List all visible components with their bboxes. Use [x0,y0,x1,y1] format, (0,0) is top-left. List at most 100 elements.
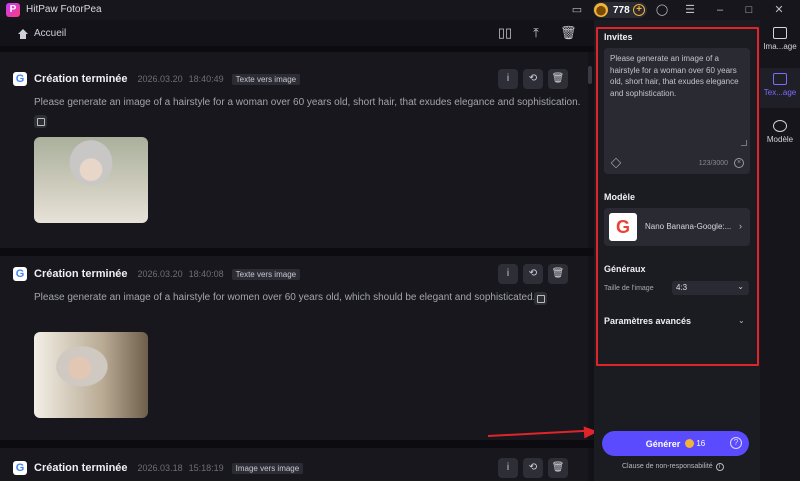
title-bar: P HitPaw FotorPea ▭ ⬤ 778 + ◯ ☰ – □ ✕ [0,0,800,20]
history-card: G Création terminée 2026.03.20 18:40:08 … [0,256,588,440]
card-header: G Création terminée 2026.03.18 15:18:19 … [13,458,304,478]
card-time: 18:40:08 [188,269,224,279]
text-to-image-icon [773,73,787,85]
result-thumbnail[interactable] [34,332,148,418]
breadcrumb[interactable]: Accueil [18,28,66,39]
copy-icon[interactable] [34,115,47,128]
delete-button[interactable]: 🗑 [548,264,568,284]
history-panel: Accueil ▯▯ ⤒ 🗑 G Création terminée 2026.… [0,20,594,481]
copy-icon[interactable] [534,292,547,305]
nav-model[interactable]: Modèle [760,115,800,155]
monitor-icon[interactable]: ▭ [570,3,584,17]
card-date: 2026.03.20 [137,74,183,84]
card-prompt: Please generate an image of a hairstyle … [34,97,581,108]
disclaimer-link[interactable]: Clause de non-responsabilité i [622,463,724,471]
info-button[interactable]: i [498,458,518,478]
close-icon[interactable]: ✕ [772,3,786,17]
user-icon[interactable]: ◯ [655,3,669,17]
nav-label: Tex...age [763,88,797,97]
model-selector[interactable]: G Nano Banana-Google:... › [604,208,750,246]
divider [0,248,594,256]
mode-nav: Ima...age Tex...age Modèle [760,20,800,481]
credits-badge[interactable]: ⬤ 778 + [593,2,647,18]
card-prompt: Please generate an image of a hairstyle … [34,292,536,303]
google-logo-icon: G [609,213,637,241]
info-icon: i [715,463,724,471]
chevron-right-icon: › [739,221,742,231]
general-title: Généraux [604,264,646,274]
prompts-title: Invites [604,32,633,42]
book-icon[interactable]: ▯▯ [497,25,513,41]
nav-text-to-image[interactable]: Tex...age [760,68,800,108]
google-logo-icon: G [13,461,27,475]
info-button[interactable]: i [498,264,518,284]
generate-label: Générer [645,438,681,449]
size-select[interactable]: 4:3 ⌄ [672,281,749,295]
card-actions: i ⟲ 🗑 [498,264,568,284]
help-icon[interactable]: ? [730,437,742,449]
google-logo-icon: G [13,267,27,281]
model-name: Nano Banana-Google:... [645,222,732,231]
image-icon [773,27,787,39]
regenerate-button[interactable]: ⟲ [523,264,543,284]
prompt-text[interactable]: Please generate an image of a hairstyle … [610,53,746,99]
maximize-icon[interactable]: □ [742,3,756,17]
minimize-icon[interactable]: – [713,3,727,17]
model-icon [773,120,787,132]
credits-count: 778 [613,4,630,16]
history-card: G Création terminée 2026.03.20 18:40:49 … [0,52,588,248]
char-counter: 123/3000 [698,160,728,167]
card-time: 15:18:19 [188,463,224,473]
result-thumbnail[interactable] [34,137,148,223]
card-header: G Création terminée 2026.03.20 18:40:49 … [13,69,301,89]
trash-all-icon[interactable]: 🗑 [560,25,577,41]
chevron-down-icon: ⌄ [737,282,744,291]
card-actions: i ⟲ 🗑 [498,69,568,89]
nav-image-to-image[interactable]: Ima...age [760,22,800,62]
app-logo: P [6,3,20,17]
card-actions: i ⟲ 🗑 [498,458,568,478]
chevron-down-icon[interactable]: ⌄ [738,316,745,325]
generate-cost: 16 [696,439,706,448]
card-tag: Image vers image [231,462,304,474]
history-card: G Création terminée 2026.03.18 15:18:19 … [0,448,588,481]
card-title: Création terminée [34,462,128,474]
app-title: HitPaw FotorPea [26,4,102,15]
delete-button[interactable]: 🗑 [548,458,568,478]
card-date: 2026.03.20 [137,269,183,279]
advanced-title[interactable]: Paramètres avancés [604,316,691,326]
generate-button[interactable]: Générer 16 ? [602,431,749,456]
google-logo-icon: G [13,72,27,86]
menu-icon[interactable]: ☰ [683,3,697,17]
disclaimer-label: Clause de non-responsabilité [622,463,713,470]
scrollbar-thumb[interactable] [588,66,592,84]
regenerate-button[interactable]: ⟲ [523,69,543,89]
home-icon [18,28,28,39]
model-title: Modèle [604,192,636,202]
add-credits-icon[interactable]: + [633,4,645,16]
card-title: Création terminée [34,73,128,85]
card-time: 18:40:49 [188,74,224,84]
card-tag: Texte vers image [231,73,301,85]
regenerate-button[interactable]: ⟲ [523,458,543,478]
size-value: 4:3 [676,283,688,292]
settings-panel: Invites Please generate an image of a ha… [594,20,760,481]
upload-top-icon[interactable]: ⤒ [528,25,544,41]
delete-button[interactable]: 🗑 [548,69,568,89]
coin-icon [685,439,695,448]
nav-label: Ima...age [763,42,797,51]
divider [0,440,594,448]
card-tag: Texte vers image [231,268,301,280]
card-title: Création terminée [34,268,128,280]
prompt-textarea[interactable]: Please generate an image of a hairstyle … [604,48,750,174]
coin-icon: ⬤ [594,3,608,17]
resize-grip-icon[interactable] [741,140,747,146]
info-button[interactable]: i [498,69,518,89]
home-label: Accueil [34,28,67,39]
size-label: Taille de l'image [604,285,654,292]
nav-label: Modèle [766,135,794,144]
clear-icon[interactable]: × [734,158,744,168]
card-header: G Création terminée 2026.03.20 18:40:08 … [13,264,301,284]
card-date: 2026.03.18 [137,463,183,473]
cube-icon[interactable] [610,157,622,169]
